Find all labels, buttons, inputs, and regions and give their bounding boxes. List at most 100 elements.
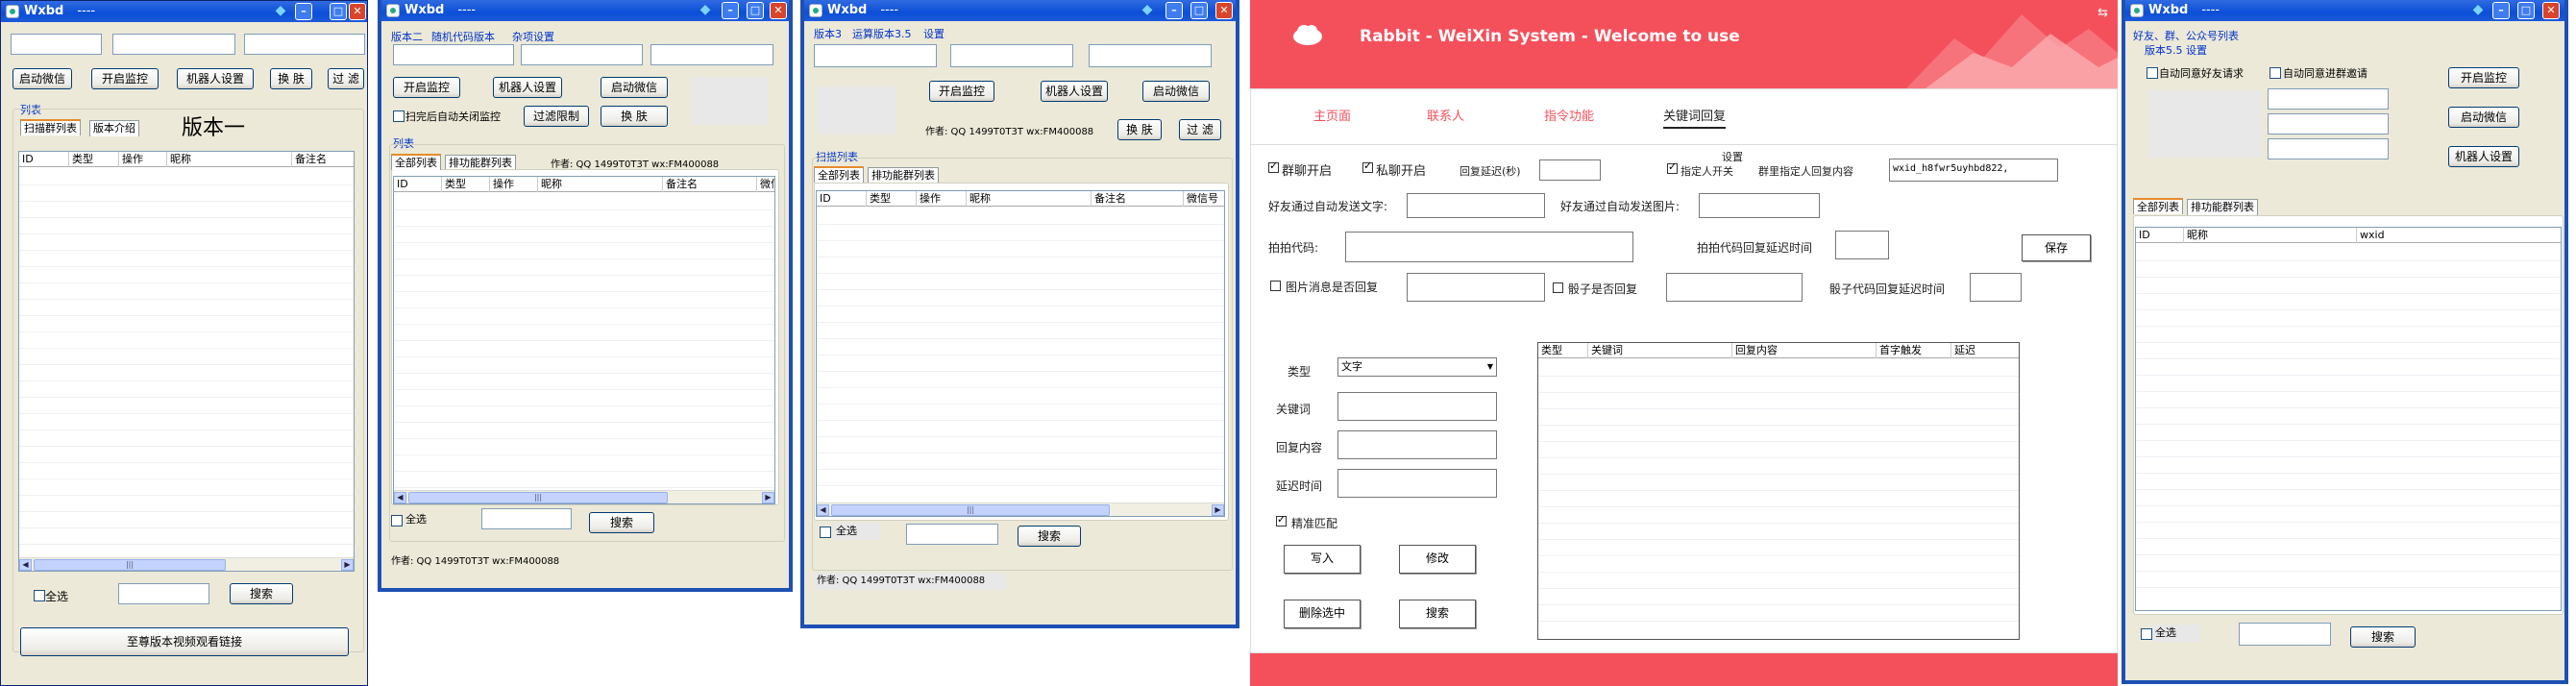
text-field-2[interactable] [2268, 113, 2389, 135]
scroll-thumb[interactable]: ||| [408, 492, 668, 503]
auto-accept-friend-checkbox[interactable] [2147, 67, 2158, 79]
robot-settings-button[interactable]: 机器人设置 [177, 68, 254, 89]
pat-delay-input[interactable] [1835, 231, 1889, 259]
robot-settings-button[interactable]: 机器人设置 [1041, 81, 1108, 102]
tab-misc-settings[interactable]: 杂项设置 [512, 29, 554, 44]
assign-content-input[interactable]: wxid_h8fwr5uyhbd822, [1889, 159, 2058, 182]
tab-algorithm[interactable]: 运算版本3.5 [852, 26, 912, 41]
tab-group-list[interactable]: 排功能群列表 [2187, 199, 2258, 215]
start-wechat-button[interactable]: 启动微信 [1142, 81, 1210, 102]
scroll-right-icon[interactable]: ▶ [341, 559, 354, 571]
start-wechat-button[interactable]: 启动微信 [2448, 107, 2519, 128]
tab-version-2[interactable]: 版本二 [391, 29, 423, 44]
close-icon[interactable]: ✕ [349, 3, 366, 20]
modify-button[interactable]: 修改 [1399, 545, 1476, 574]
dice-reply-input[interactable] [1666, 273, 1803, 302]
search-input[interactable] [2239, 623, 2331, 646]
scroll-left-icon[interactable]: ◀ [817, 504, 829, 516]
maximize-icon[interactable]: □ [747, 2, 764, 19]
robot-settings-button[interactable]: 机器人设置 [493, 77, 562, 98]
text-field-3[interactable] [2268, 138, 2389, 159]
image-reply-input[interactable] [1407, 273, 1545, 302]
private-chat-checkbox[interactable] [1362, 159, 1373, 173]
titlebar[interactable]: Wxbd ---- ◆ – □ ✕ [804, 0, 1236, 21]
tab-group-list[interactable]: 排功能群列表 [868, 167, 939, 184]
minimize-icon[interactable]: – [295, 3, 312, 20]
auto-accept-group-checkbox[interactable] [2269, 67, 2281, 79]
pat-code-input[interactable] [1345, 232, 1633, 262]
minimize-icon[interactable]: – [722, 2, 739, 19]
skin-button[interactable]: 换 肤 [270, 68, 312, 89]
tab-all-list[interactable]: 全部列表 [814, 166, 864, 183]
group-table[interactable]: ID 类型 操作 昵称 备注名 ◀ ||| ▶ [18, 151, 355, 572]
select-all-checkbox[interactable] [391, 515, 403, 527]
nav-contacts[interactable]: 联系人 [1427, 106, 1464, 124]
globe-icon[interactable]: ◆ [272, 3, 289, 20]
exact-match-checkbox[interactable] [1276, 513, 1287, 527]
start-monitor-button[interactable]: 开启监控 [2448, 67, 2519, 88]
filter-button[interactable]: 过 滤 [1179, 119, 1221, 140]
text-field-1[interactable] [11, 34, 102, 55]
save-button[interactable]: 保存 [2022, 234, 2091, 261]
nav-keyword-reply[interactable]: 关键词回复 [1663, 106, 1727, 129]
scroll-thumb[interactable]: ||| [34, 559, 226, 571]
robot-settings-button[interactable]: 机器人设置 [2448, 146, 2519, 167]
image-reply-checkbox[interactable] [1270, 281, 1281, 291]
minimize-icon[interactable]: – [2492, 2, 2510, 19]
video-link-button[interactable]: 至尊版本视频观看链接 [20, 627, 349, 656]
start-wechat-button[interactable]: 启动微信 [601, 77, 668, 98]
titlebar[interactable]: Wxbd ---- ◆ – □ ✕ [2125, 0, 2564, 21]
friends-groups-link[interactable]: 好友、群、公众号列表 [2133, 28, 2239, 43]
filter-button[interactable]: 过 滤 [328, 68, 364, 89]
close-icon[interactable]: ✕ [770, 2, 787, 19]
search-input[interactable] [481, 508, 572, 529]
text-field-3[interactable] [1089, 44, 1212, 67]
globe-icon[interactable]: ◆ [697, 2, 714, 19]
text-field-1[interactable] [2268, 88, 2389, 110]
text-field-1[interactable] [393, 44, 514, 65]
friend-image-input[interactable] [1699, 193, 1820, 218]
tab-version-5-5[interactable]: 版本5.5 设置 [2145, 42, 2207, 58]
minimize-icon[interactable]: – [1165, 2, 1183, 19]
horizontal-scrollbar[interactable]: ◀ ||| ▶ [19, 557, 354, 571]
start-wechat-button[interactable]: 启动微信 [12, 68, 72, 89]
search-input[interactable] [906, 524, 998, 545]
nav-home[interactable]: 主页面 [1313, 106, 1351, 124]
maximize-icon[interactable]: □ [330, 3, 347, 20]
close-icon[interactable]: ✕ [1215, 2, 1233, 19]
text-field-2[interactable] [950, 44, 1073, 67]
text-field-1[interactable] [814, 44, 937, 67]
select-all-checkbox[interactable] [820, 527, 831, 538]
scroll-thumb[interactable]: ||| [831, 504, 1110, 516]
search-button[interactable]: 搜索 [2350, 626, 2416, 648]
text-field-3[interactable] [244, 34, 365, 55]
nav-commands[interactable]: 指令功能 [1544, 106, 1594, 124]
search-button[interactable]: 搜索 [230, 583, 293, 604]
dice-delay-input[interactable] [1970, 273, 2022, 302]
text-field-3[interactable] [650, 44, 773, 65]
contact-table[interactable]: ID 类型 操作 昵称 备注名 微信号 ◀ ||| ▶ [816, 190, 1225, 517]
select-all-checkbox[interactable] [2141, 628, 2152, 640]
tab-all-list[interactable]: 全部列表 [2133, 198, 2183, 214]
horizontal-scrollbar[interactable]: ◀ ||| ▶ [817, 502, 1224, 516]
text-field-2[interactable] [521, 44, 643, 65]
titlebar[interactable]: Wxbd ---- ◆ – □ ✕ [1, 1, 367, 22]
tab-version-intro[interactable]: 版本介绍 [89, 120, 139, 136]
select-all-checkbox[interactable] [34, 590, 45, 601]
maximize-icon[interactable]: □ [2517, 2, 2535, 19]
contact-table[interactable]: ID 昵称 wxid [2135, 227, 2562, 611]
auto-close-checkbox[interactable] [393, 110, 405, 122]
write-button[interactable]: 写入 [1284, 545, 1361, 574]
assign-checkbox[interactable] [1667, 160, 1678, 174]
skin-button[interactable]: 换 肤 [601, 106, 668, 127]
search-button[interactable]: 搜索 [1399, 600, 1476, 628]
scroll-right-icon[interactable]: ▶ [762, 492, 774, 503]
text-field-2[interactable] [112, 34, 235, 55]
start-monitor-button[interactable]: 开启监控 [91, 68, 159, 89]
search-input[interactable] [118, 583, 209, 604]
scroll-left-icon[interactable]: ◀ [19, 559, 32, 571]
filter-limit-button[interactable]: 过滤限制 [524, 106, 589, 127]
start-monitor-button[interactable]: 开启监控 [929, 81, 994, 102]
tab-settings[interactable]: 设置 [923, 26, 945, 41]
menu-icon[interactable]: ⇆ [2098, 6, 2108, 20]
